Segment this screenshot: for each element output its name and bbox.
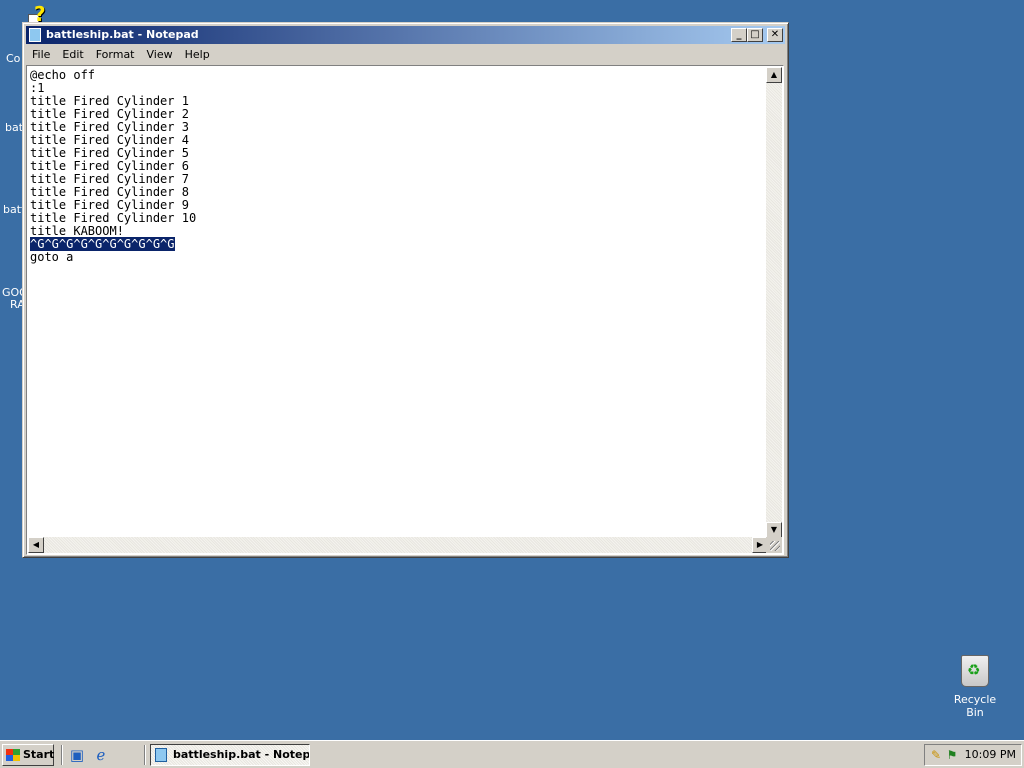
taskbar: Start ▣ ℯ battleship.bat - Notep... ✎ ⚑ … bbox=[0, 740, 1024, 768]
line-text: title Fired Cylinder 5 bbox=[30, 146, 189, 160]
line-text: title Fired Cylinder 9 bbox=[30, 198, 189, 212]
recycle-bin-icon bbox=[961, 655, 989, 687]
line-text: :1 bbox=[30, 81, 45, 95]
start-button[interactable]: Start bbox=[2, 744, 54, 766]
maximize-icon: □ bbox=[750, 29, 760, 40]
scroll-down-button[interactable]: ▼ bbox=[766, 522, 782, 538]
menu-edit[interactable]: Edit bbox=[56, 45, 89, 64]
menu-bar: File Edit Format View Help bbox=[26, 45, 785, 64]
menu-format[interactable]: Format bbox=[90, 45, 141, 64]
start-label: Start bbox=[23, 748, 55, 761]
show-desktop-icon[interactable]: ▣ bbox=[68, 746, 86, 764]
line-text: title Fired Cylinder 1 bbox=[30, 94, 189, 108]
windows-logo-icon bbox=[6, 749, 20, 761]
line-text: goto a bbox=[30, 250, 74, 264]
line-text: title Fired Cylinder 4 bbox=[30, 133, 189, 147]
text-editor[interactable]: @echo off:1 title Fired Cylinder 1 title F… bbox=[28, 67, 768, 538]
recycle-bin[interactable]: Recycle Bin bbox=[945, 655, 1005, 719]
line-text: title KABOOM! bbox=[30, 224, 124, 238]
close-button[interactable]: ✕ bbox=[767, 28, 783, 42]
editor-area: @echo off:1 title Fired Cylinder 1 title F… bbox=[26, 65, 784, 555]
task-button-notepad[interactable]: battleship.bat - Notep... bbox=[150, 744, 310, 766]
menu-file[interactable]: File bbox=[26, 45, 56, 64]
text-line: title Fired Cylinder 10 bbox=[30, 212, 766, 225]
window-title: battleship.bat - Notepad bbox=[46, 28, 199, 41]
notepad-window: battleship.bat - Notepad _ □ ✕ File Edit F… bbox=[22, 22, 789, 558]
selected-text: ^G^G^G^G^G^G^G^G^G^G bbox=[30, 237, 175, 251]
resize-grip[interactable] bbox=[766, 537, 782, 553]
line-text: title Fired Cylinder 10 bbox=[30, 211, 197, 225]
desktop-icon-label[interactable]: Co bbox=[6, 52, 20, 65]
taskbar-separator bbox=[144, 745, 146, 765]
desktop-icon-label[interactable]: bat bbox=[5, 121, 23, 134]
clock[interactable]: 10:09 PM bbox=[965, 745, 1016, 765]
system-tray: ✎ ⚑ 10:09 PM bbox=[924, 744, 1022, 766]
horizontal-scrollbar[interactable]: ◀ ▶ bbox=[28, 537, 768, 553]
maximize-button[interactable]: □ bbox=[747, 28, 763, 42]
text-line: ^G^G^G^G^G^G^G^G^G^G bbox=[30, 237, 766, 251]
recycle-bin-label: Recycle Bin bbox=[953, 693, 997, 719]
tray-network-icon[interactable]: ✎ bbox=[929, 748, 943, 762]
vertical-scrollbar[interactable]: ▲ ▼ bbox=[766, 67, 782, 538]
menu-help[interactable]: Help bbox=[179, 45, 216, 64]
line-text: title Fired Cylinder 3 bbox=[30, 120, 189, 134]
internet-explorer-icon[interactable]: ℯ bbox=[92, 746, 110, 764]
scroll-left-button[interactable]: ◀ bbox=[28, 537, 44, 553]
line-text: @echo off bbox=[30, 68, 96, 82]
minimize-icon: _ bbox=[736, 29, 742, 40]
line-text: title Fired Cylinder 2 bbox=[30, 107, 189, 121]
close-icon: ✕ bbox=[770, 29, 780, 40]
notepad-icon[interactable] bbox=[29, 28, 41, 42]
line-text: title Fired Cylinder 6 bbox=[30, 159, 189, 173]
tray-security-icon[interactable]: ⚑ bbox=[945, 748, 959, 762]
line-text: title Fired Cylinder 7 bbox=[30, 172, 189, 186]
text-line: @echo off bbox=[30, 69, 766, 82]
taskbar-separator bbox=[61, 745, 63, 765]
task-button-label: battleship.bat - Notep... bbox=[173, 748, 310, 761]
minimize-button[interactable]: _ bbox=[731, 28, 747, 42]
title-bar[interactable]: battleship.bat - Notepad _ □ ✕ bbox=[26, 26, 785, 44]
line-text: title Fired Cylinder 8 bbox=[30, 185, 189, 199]
menu-view[interactable]: View bbox=[141, 45, 179, 64]
text-line: goto a bbox=[30, 251, 766, 264]
scroll-up-button[interactable]: ▲ bbox=[766, 67, 782, 83]
notepad-icon bbox=[155, 748, 167, 762]
